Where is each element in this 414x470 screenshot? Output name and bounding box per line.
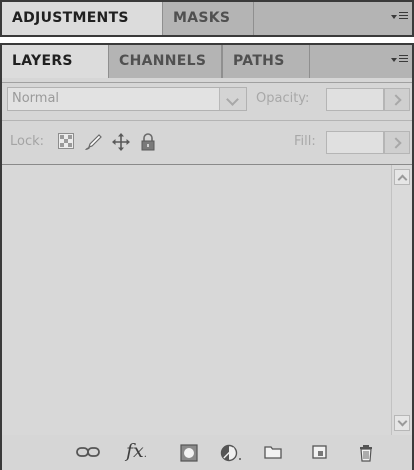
blend-mode-value: Normal [12, 91, 60, 106]
fx-icon-text: fx [126, 440, 144, 462]
opacity-slider-button[interactable] [384, 88, 410, 111]
scroll-up-button[interactable] [394, 169, 410, 185]
panel-menu-icon[interactable] [390, 10, 408, 26]
adjustments-masks-panel: ADJUSTMENTS MASKS [0, 0, 414, 37]
blend-row: Normal Opacity: [2, 82, 412, 118]
layers-panel: LAYERS CHANNELS PATHS Normal Opacity: Lo… [0, 43, 414, 470]
menu-triangle-icon [391, 58, 397, 62]
layers-list[interactable] [2, 164, 412, 436]
folder-icon[interactable] [264, 444, 282, 462]
new-layer-icon[interactable] [312, 444, 328, 462]
menu-triangle-icon [391, 15, 397, 19]
tab-adjustments[interactable]: ADJUSTMENTS [2, 2, 162, 35]
divider [2, 120, 412, 121]
chevron-right-icon [390, 137, 402, 149]
lock-label: Lock: [10, 134, 45, 149]
fill-input[interactable] [326, 131, 384, 154]
chevron-down-icon [397, 416, 408, 427]
tab-channels[interactable]: CHANNELS [108, 45, 222, 78]
blend-mode-dropdown-button[interactable] [219, 88, 246, 110]
tab-layers[interactable]: LAYERS [2, 45, 108, 78]
fill-slider-button[interactable] [384, 131, 410, 154]
layer-mask-icon[interactable] [180, 444, 198, 462]
dropdown-dot-icon: . [143, 449, 147, 460]
top-tabbar: ADJUSTMENTS MASKS [2, 2, 412, 35]
fx-icon[interactable]: fx. [126, 440, 147, 462]
opacity-input[interactable] [326, 88, 384, 111]
lock-transparent-pixels-icon[interactable] [58, 133, 76, 151]
tab-paths[interactable]: PATHS [222, 45, 310, 78]
link-layers-icon[interactable] [76, 444, 100, 462]
scroll-down-button[interactable] [394, 415, 410, 431]
panel-menu-icon[interactable] [390, 53, 408, 69]
layers-tabbar: LAYERS CHANNELS PATHS [2, 45, 412, 78]
chevron-up-icon [397, 174, 408, 185]
layers-bottom-toolbar: fx. [2, 435, 412, 470]
opacity-label: Opacity: [256, 91, 310, 106]
lock-image-pixels-icon[interactable] [84, 133, 102, 151]
menu-lines-icon [399, 55, 408, 64]
chevron-right-icon [390, 94, 402, 106]
lock-all-icon[interactable] [140, 133, 158, 151]
menu-lines-icon [399, 12, 408, 21]
adjustment-layer-icon[interactable] [220, 444, 242, 462]
trash-icon[interactable] [358, 444, 374, 462]
blend-mode-select[interactable]: Normal [7, 87, 247, 111]
chevron-down-icon [226, 93, 239, 106]
lock-position-icon[interactable] [112, 133, 130, 151]
lock-row: Lock: Fill: [2, 125, 412, 159]
fill-label: Fill: [294, 134, 316, 149]
layers-scrollbar[interactable] [391, 165, 412, 435]
photoshop-panels: ADJUSTMENTS MASKS LAYERS CHANNELS PATHS … [0, 0, 414, 470]
tab-masks[interactable]: MASKS [162, 2, 254, 35]
